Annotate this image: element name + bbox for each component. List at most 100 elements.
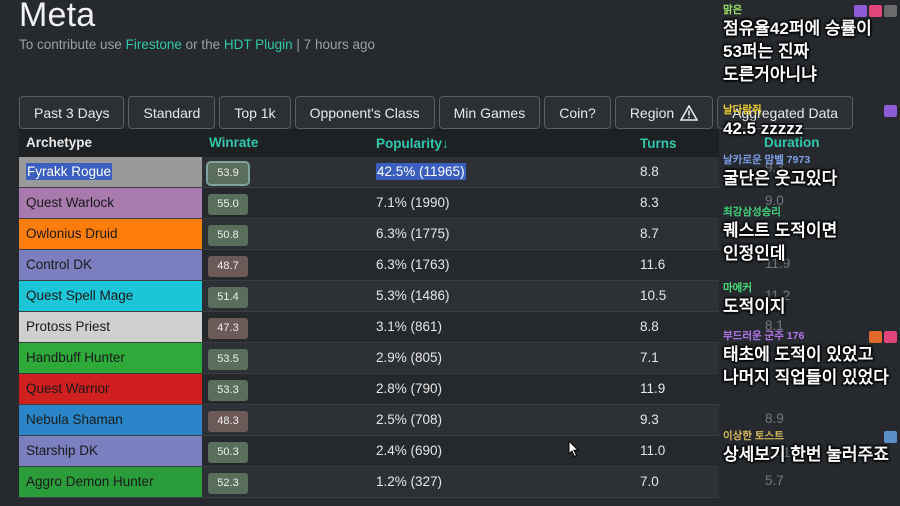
table-row[interactable]: Quest Spell Mage 51.4 5.3% (1486) 10.5 — [19, 281, 719, 312]
filter-min-games-button[interactable]: Min Games — [438, 96, 541, 129]
archetype-name: Quest Warlock — [26, 195, 115, 210]
popularity-value: 42.5% (11965) — [376, 163, 466, 180]
filter-standard-button[interactable]: Standard — [128, 96, 216, 129]
popularity-cell: 6.3% (1763) — [376, 250, 450, 280]
winrate-badge: 50.8 — [208, 225, 248, 246]
archetype-name: Starship DK — [26, 443, 99, 458]
popularity-value: 1.2% (327) — [376, 474, 443, 489]
winrate-badge: 53.5 — [208, 349, 248, 370]
chat-message: 맑은 점유율42퍼에 승률이 53퍼는 진짜 도른거아니냐 — [723, 4, 899, 86]
popularity-cell: 7.1% (1990) — [376, 188, 450, 218]
table-row[interactable]: Nebula Shaman 48.3 2.5% (708) 9.3 — [19, 405, 719, 436]
turns-cell: 11.6 — [640, 257, 666, 272]
table-row[interactable]: Starship DK 50.3 2.4% (690) 11.0 — [19, 436, 719, 467]
filter-coin-button[interactable]: Coin? — [544, 96, 611, 129]
chat-message: 마에커도적이지 — [723, 282, 899, 318]
popularity-value: 5.3% (1486) — [376, 288, 450, 303]
archetype-cell[interactable]: Control DK — [19, 250, 202, 280]
archetype-cell[interactable]: Handbuff Hunter — [19, 343, 202, 373]
archetype-cell[interactable]: Owlonius Druid — [19, 219, 202, 249]
chat-username: 이상한 토스트 — [723, 430, 784, 442]
header-archetype[interactable]: Archetype — [26, 135, 92, 150]
chat-badges — [884, 431, 897, 443]
popularity-value: 2.8% (790) — [376, 381, 443, 396]
archetype-cell[interactable]: Aggro Demon Hunter — [19, 467, 202, 497]
chat-message: 부드러운 군주 176 태초에 도적이 있었고 나머지 직업들이 있었다 — [723, 330, 899, 389]
archetype-cell[interactable]: Starship DK — [19, 436, 202, 466]
header-winrate[interactable]: Winrate — [209, 135, 258, 150]
table-row[interactable]: Owlonius Druid 50.8 6.3% (1775) 8.7 — [19, 219, 719, 250]
badge-icon — [884, 331, 897, 343]
table-row[interactable]: Fyrakk Rogue 53.9 42.5% (11965) 8.8 — [19, 157, 719, 188]
chat-username: 날카로운 맘벨 7973 — [723, 154, 811, 166]
popularity-value: 7.1% (1990) — [376, 195, 450, 210]
chat-message: 이상한 토스트 상세보기 한번 눌러주죠 — [723, 430, 899, 466]
winrate-badge: 51.4 — [208, 287, 248, 308]
chat-text: 42.5 zzzzz — [723, 119, 804, 138]
table-row[interactable]: Aggro Demon Hunter 52.3 1.2% (327) 7.0 — [19, 467, 719, 498]
filter-top-1k-button[interactable]: Top 1k — [219, 96, 291, 129]
archetype-name: Fyrakk Rogue — [26, 163, 113, 180]
popularity-value: 2.5% (708) — [376, 412, 443, 427]
popularity-value: 2.4% (690) — [376, 443, 443, 458]
hdt-plugin-link[interactable]: HDT Plugin — [224, 37, 293, 52]
archetype-cell[interactable]: Fyrakk Rogue — [19, 157, 202, 187]
header-popularity[interactable]: Popularity↓ — [376, 129, 449, 159]
winrate-badge: 47.3 — [208, 318, 248, 339]
table-row[interactable]: Quest Warlock 55.0 7.1% (1990) 8.3 — [19, 188, 719, 219]
filter-region-button[interactable]: Region — [614, 96, 714, 129]
archetype-cell[interactable]: Nebula Shaman — [19, 405, 202, 435]
archetype-name: Quest Spell Mage — [26, 288, 134, 303]
chat-badges — [869, 331, 897, 343]
popularity-value: 2.9% (805) — [376, 350, 443, 365]
header-turns[interactable]: Turns — [640, 129, 677, 159]
archetype-name: Aggro Demon Hunter — [26, 474, 154, 489]
chat-text: 도적이지 — [723, 297, 786, 316]
page-subtitle: To contribute use Firestone or the HDT P… — [19, 37, 375, 52]
chat-badges — [854, 5, 897, 17]
archetype-name: Handbuff Hunter — [26, 350, 125, 365]
filter-region-label: Region — [629, 104, 675, 121]
table-row[interactable]: Quest Warrior 53.3 2.8% (790) 11.9 — [19, 374, 719, 405]
chat-text: 굴단은 웃고있다 — [723, 169, 838, 188]
popularity-cell: 3.1% (861) — [376, 312, 442, 342]
turns-cell: 7.1 — [640, 350, 659, 365]
archetype-name: Owlonius Druid — [26, 226, 118, 241]
popularity-cell: 2.5% (708) — [376, 405, 442, 435]
chat-overlay: 맑은 점유율42퍼에 승률이 53퍼는 진짜 도른거아니냐날다람쥐 42.5 zzz… — [719, 0, 900, 506]
chat-username: 최강삼성승리 — [723, 206, 781, 218]
chat-message: 날다람쥐 42.5 zzzzz — [723, 104, 899, 140]
turns-cell: 11.0 — [640, 443, 666, 458]
badge-icon — [884, 105, 897, 117]
subtitle-suffix: | 7 hours ago — [292, 37, 375, 52]
turns-cell: 8.8 — [640, 319, 659, 334]
table-row[interactable]: Handbuff Hunter 53.5 2.9% (805) 7.1 — [19, 343, 719, 374]
popularity-cell: 6.3% (1775) — [376, 219, 450, 249]
archetype-cell[interactable]: Quest Warlock — [19, 188, 202, 218]
archetype-cell[interactable]: Protoss Priest — [19, 312, 202, 342]
badge-icon — [884, 5, 897, 17]
badge-icon — [854, 5, 867, 17]
winrate-badge: 53.3 — [208, 380, 248, 401]
badge-icon — [869, 5, 882, 17]
popularity-cell: 2.9% (805) — [376, 343, 442, 373]
table-row[interactable]: Control DK 48.7 6.3% (1763) 11.6 — [19, 250, 719, 281]
archetype-cell[interactable]: Quest Warrior — [19, 374, 202, 404]
filter-past-3-days-button[interactable]: Past 3 Days — [19, 96, 125, 129]
table-row[interactable]: Protoss Priest 47.3 3.1% (861) 8.8 — [19, 312, 719, 343]
archetype-cell[interactable]: Quest Spell Mage — [19, 281, 202, 311]
popularity-value: 6.3% (1763) — [376, 257, 450, 272]
archetype-name: Nebula Shaman — [26, 412, 123, 427]
winrate-badge: 48.3 — [208, 411, 248, 432]
firestone-link[interactable]: Firestone — [126, 37, 182, 52]
chat-username: 마에커 — [723, 282, 752, 294]
warning-icon — [680, 104, 699, 121]
chat-username: 날다람쥐 — [723, 104, 762, 116]
table-header: Archetype Winrate Popularity↓ Turns Dura… — [19, 129, 820, 159]
popularity-cell: 5.3% (1486) — [376, 281, 450, 311]
filter-opponent-class-button[interactable]: Opponent's Class — [294, 96, 435, 129]
winrate-badge: 53.9 — [206, 161, 250, 186]
archetype-name: Protoss Priest — [26, 319, 111, 334]
badge-icon — [869, 331, 882, 343]
turns-cell: 8.3 — [640, 195, 659, 210]
